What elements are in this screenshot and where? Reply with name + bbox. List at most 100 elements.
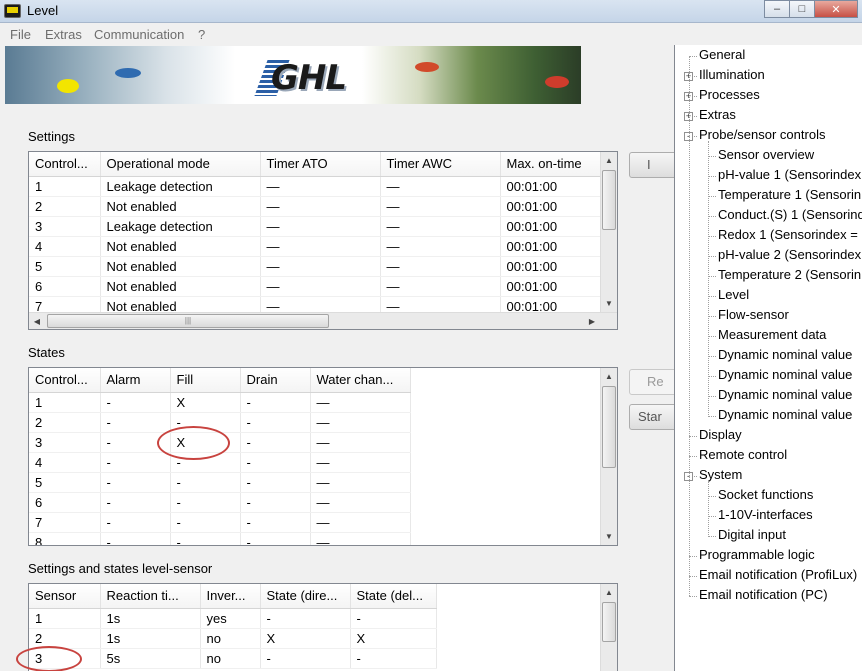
column-header[interactable]: Timer AWC bbox=[380, 152, 501, 177]
level-sensor-grid[interactable]: Sensor Reaction ti... Inver... State (di… bbox=[28, 583, 618, 671]
states-grid[interactable]: Control... Alarm Fill Drain Water chan..… bbox=[28, 367, 618, 546]
settings-vertical-scrollbar[interactable]: ▲ ▼ bbox=[600, 152, 617, 312]
settings-horizontal-scrollbar[interactable]: ◀ ||| ▶ bbox=[29, 312, 617, 329]
tree-item[interactable]: Dynamic nominal value bbox=[718, 367, 852, 382]
tree-item[interactable]: Redox 1 (Sensorindex = bbox=[718, 227, 858, 242]
scroll-up-arrow-icon[interactable]: ▲ bbox=[601, 584, 617, 601]
tree-item[interactable]: Dynamic nominal value bbox=[718, 407, 852, 422]
table-row[interactable]: 3 5s no - - bbox=[29, 648, 437, 669]
column-header[interactable]: State (del... bbox=[350, 584, 437, 609]
tree-item[interactable]: Illumination bbox=[699, 67, 765, 82]
table-cell: 2 bbox=[29, 628, 101, 649]
tree-item[interactable]: Temperature 1 (Sensorin bbox=[718, 187, 861, 202]
tree-item[interactable]: Probe/sensor controls bbox=[699, 127, 825, 142]
tree-item[interactable]: Digital input bbox=[718, 527, 786, 542]
tree-item[interactable]: Sensor overview bbox=[718, 147, 814, 162]
column-header[interactable]: Control... bbox=[29, 152, 101, 177]
tree-item[interactable]: Socket functions bbox=[718, 487, 813, 502]
tree-item[interactable]: Programmable logic bbox=[699, 547, 815, 562]
table-cell: - bbox=[170, 472, 241, 493]
tree-item[interactable]: System bbox=[699, 467, 742, 482]
tree-item[interactable]: Extras bbox=[699, 107, 736, 122]
column-header[interactable]: Operational mode bbox=[100, 152, 261, 177]
tree-item[interactable]: Processes bbox=[699, 87, 760, 102]
table-row[interactable]: 5 Not enabled — —00:01:00 bbox=[29, 256, 611, 277]
tree-item[interactable]: Remote control bbox=[699, 447, 787, 462]
scroll-down-arrow-icon[interactable]: ▼ bbox=[601, 295, 617, 312]
tree-item[interactable]: pH-value 1 (Sensorindex bbox=[718, 167, 861, 182]
tree-item[interactable]: Measurement data bbox=[718, 327, 826, 342]
tree-item[interactable]: 1-10V-interfaces bbox=[718, 507, 813, 522]
table-row[interactable]: 6- - - — bbox=[29, 492, 411, 513]
tree-item[interactable]: Level bbox=[718, 287, 749, 302]
tree-item[interactable]: pH-value 2 (Sensorindex bbox=[718, 247, 861, 262]
level-sensor-table: Sensor Reaction ti... Inver... State (di… bbox=[29, 584, 437, 669]
table-row[interactable]: 4- - - — bbox=[29, 452, 411, 473]
column-header[interactable]: Control... bbox=[29, 368, 101, 393]
table-cell: — bbox=[310, 472, 411, 493]
level-sensor-vertical-scrollbar[interactable]: ▲ bbox=[600, 584, 617, 671]
scroll-thumb[interactable] bbox=[602, 170, 616, 230]
tree-item[interactable]: Conduct.(S) 1 (Sensorind bbox=[718, 207, 862, 222]
menu-extras[interactable]: Extras bbox=[45, 27, 82, 42]
column-header[interactable]: Sensor bbox=[29, 584, 101, 609]
table-row[interactable]: 4 Not enabled — —00:01:00 bbox=[29, 236, 611, 257]
scroll-thumb[interactable] bbox=[602, 602, 616, 642]
tree-item[interactable]: General bbox=[699, 47, 745, 62]
table-row[interactable]: 2- - - — bbox=[29, 412, 411, 433]
scroll-thumb[interactable] bbox=[602, 386, 616, 468]
column-header[interactable]: Max. on-time bbox=[500, 152, 611, 177]
column-header[interactable]: Water chan... bbox=[310, 368, 411, 393]
scroll-thumb[interactable]: ||| bbox=[47, 314, 329, 328]
column-header[interactable]: Fill bbox=[170, 368, 241, 393]
minimize-button[interactable]: – bbox=[764, 0, 790, 18]
table-cell: - bbox=[170, 492, 241, 513]
table-cell: — bbox=[310, 432, 411, 453]
tree-item[interactable]: Email notification (PC) bbox=[699, 587, 828, 602]
tree-item[interactable]: Email notification (ProfiLux) bbox=[699, 567, 857, 582]
table-row[interactable]: 2 1s no X X bbox=[29, 628, 437, 649]
scroll-right-arrow-icon[interactable]: ▶ bbox=[584, 313, 600, 329]
close-button[interactable]: ✕ bbox=[814, 0, 858, 18]
menu-bar: File Extras Communication ? bbox=[0, 23, 670, 45]
states-section-label: States bbox=[28, 345, 65, 360]
table-cell: - bbox=[240, 412, 311, 433]
scroll-up-arrow-icon[interactable]: ▲ bbox=[601, 152, 617, 169]
states-table: Control... Alarm Fill Drain Water chan..… bbox=[29, 368, 411, 545]
menu-communication[interactable]: Communication bbox=[94, 27, 184, 42]
menu-file[interactable]: File bbox=[10, 27, 31, 42]
states-vertical-scrollbar[interactable]: ▲ ▼ bbox=[600, 368, 617, 545]
scroll-up-arrow-icon[interactable]: ▲ bbox=[601, 368, 617, 385]
column-header[interactable]: Drain bbox=[240, 368, 311, 393]
table-row[interactable]: 1 Leakage detection — —00:01:00 bbox=[29, 176, 611, 197]
navigation-tree[interactable]: General Illumination + Processes + Extras + Pro… bbox=[674, 45, 862, 671]
table-row[interactable]: 1- X - — bbox=[29, 392, 411, 413]
table-row[interactable]: 1 1s yes - - bbox=[29, 608, 437, 629]
column-header[interactable]: State (dire... bbox=[260, 584, 351, 609]
table-cell: 5s bbox=[100, 648, 201, 669]
tree-item[interactable]: Temperature 2 (Sensorin bbox=[718, 267, 861, 282]
table-cell: - bbox=[350, 648, 437, 669]
table-row[interactable]: 3 Leakage detection — —00:01:00 bbox=[29, 216, 611, 237]
table-row[interactable]: 2 Not enabled — —00:01:00 bbox=[29, 196, 611, 217]
tree-item[interactable]: Flow-sensor bbox=[718, 307, 789, 322]
tree-item[interactable]: Dynamic nominal value bbox=[718, 387, 852, 402]
scroll-left-arrow-icon[interactable]: ◀ bbox=[29, 313, 45, 329]
scroll-down-arrow-icon[interactable]: ▼ bbox=[601, 528, 617, 545]
tree-item[interactable]: Display bbox=[699, 427, 742, 442]
settings-grid[interactable]: Control... Operational mode Timer ATO Ti… bbox=[28, 151, 618, 330]
maximize-button[interactable]: □ bbox=[789, 0, 815, 18]
column-header[interactable]: Alarm bbox=[100, 368, 171, 393]
table-row[interactable]: 8- - - — bbox=[29, 532, 411, 545]
table-row[interactable]: 5- - - — bbox=[29, 472, 411, 493]
tree-connector bbox=[708, 256, 716, 257]
column-header[interactable]: Reaction ti... bbox=[100, 584, 201, 609]
table-cell: 1s bbox=[100, 608, 201, 629]
tree-item[interactable]: Dynamic nominal value bbox=[718, 347, 852, 362]
table-row[interactable]: 6 Not enabled — —00:01:00 bbox=[29, 276, 611, 297]
table-row[interactable]: 7- - - — bbox=[29, 512, 411, 533]
column-header[interactable]: Inver... bbox=[200, 584, 261, 609]
column-header[interactable]: Timer ATO bbox=[260, 152, 381, 177]
tree-connector bbox=[708, 156, 716, 157]
menu-help[interactable]: ? bbox=[198, 27, 205, 42]
